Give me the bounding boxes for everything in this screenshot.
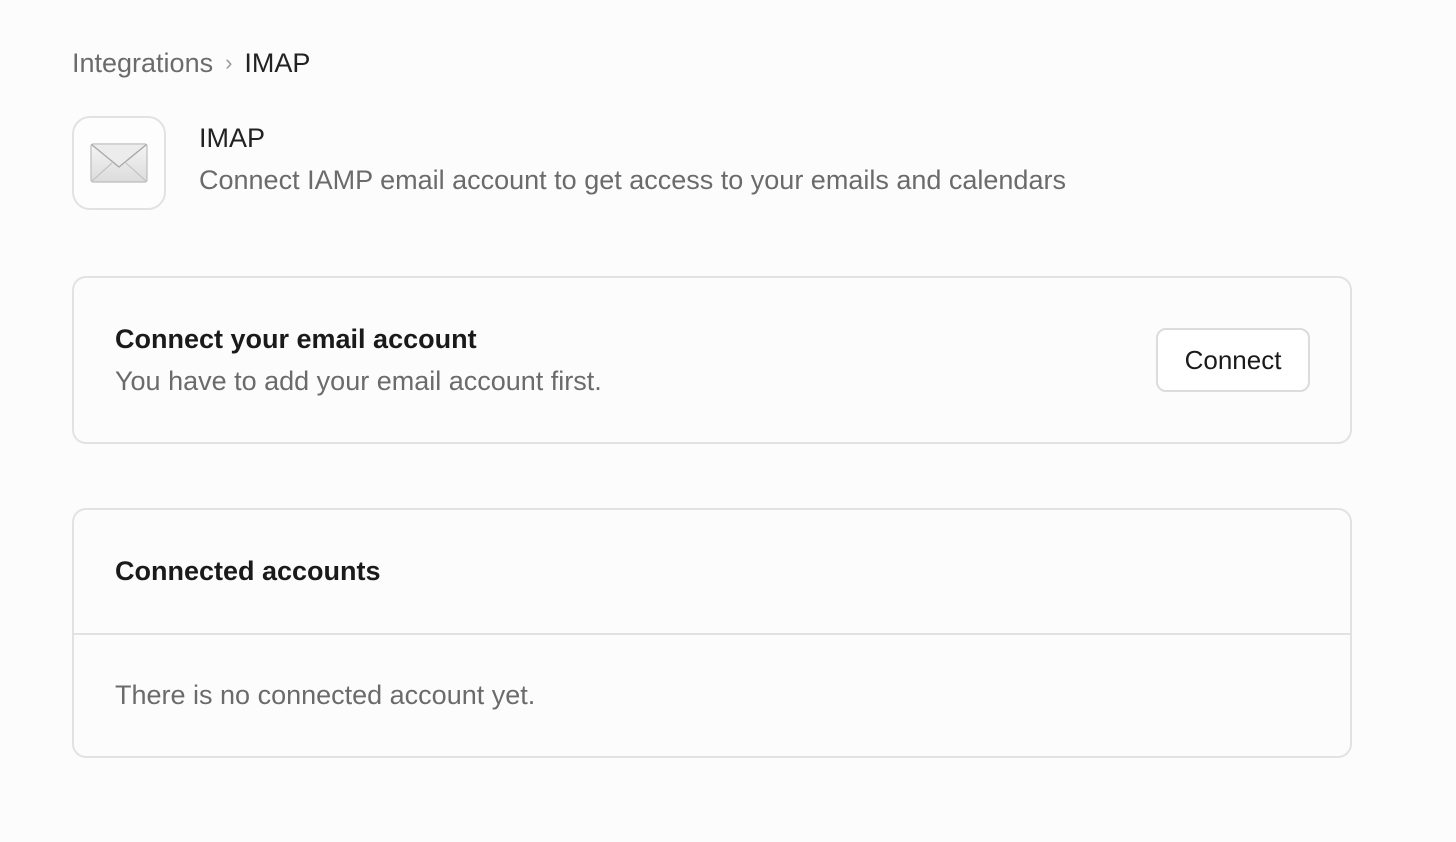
chevron-right-icon: › [225,50,233,75]
app-text: IMAP Connect IAMP email account to get a… [199,122,1066,196]
breadcrumb-current: IMAP [244,47,311,78]
connected-accounts-card: Connected accounts There is no connected… [72,508,1352,758]
divider [74,633,1350,635]
envelope-icon [90,143,148,183]
app-header: IMAP Connect IAMP email account to get a… [72,116,1066,210]
breadcrumb: Integrations › IMAP [72,46,310,80]
connected-accounts-title: Connected accounts [115,556,381,586]
connect-account-card: Connect your email account You have to a… [72,276,1352,444]
breadcrumb-integrations-link[interactable]: Integrations [72,48,213,79]
app-description: Connect IAMP email account to get access… [199,165,1066,195]
integration-page: Integrations › IMAP IMAP Connect IAMP em… [0,0,1456,842]
app-icon-tile [72,116,166,210]
connect-button[interactable]: Connect [1156,328,1310,392]
connect-card-title: Connect your email account [115,324,477,354]
connect-card-subtitle: You have to add your email account first… [115,366,602,396]
app-title: IMAP [199,123,266,153]
empty-state-message: There is no connected account yet. [115,680,536,710]
